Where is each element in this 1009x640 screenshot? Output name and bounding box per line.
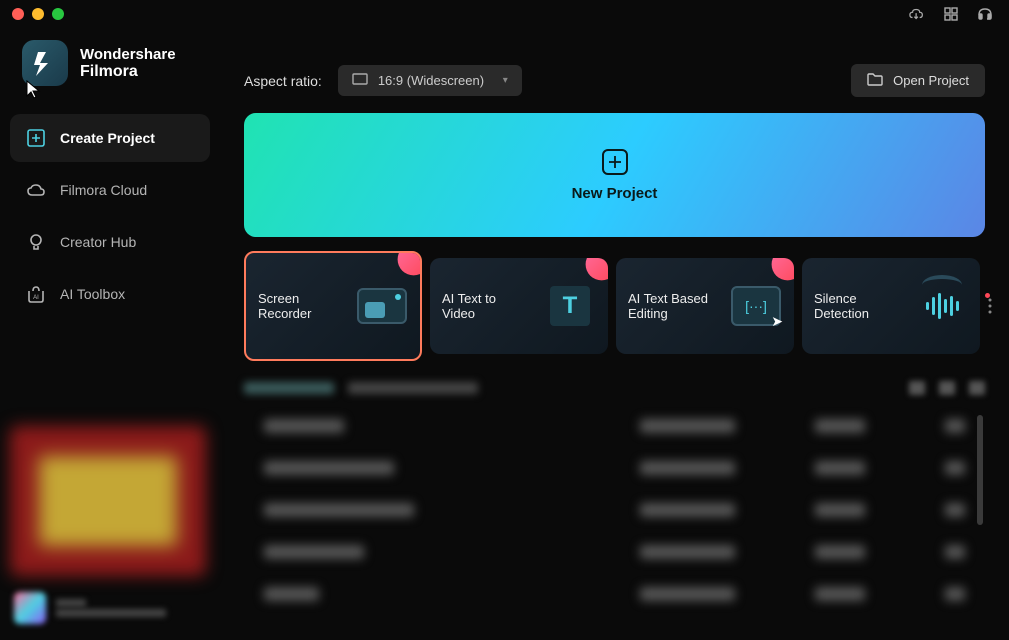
project-date-blurred	[640, 461, 735, 475]
sidebar-item-create-project[interactable]: Create Project	[10, 114, 210, 162]
project-size-blurred	[815, 587, 865, 601]
notification-dot	[985, 293, 990, 298]
more-tools-button[interactable]	[988, 285, 992, 327]
content-header: Aspect ratio: 16:9 (Widescreen) ▾	[244, 64, 985, 97]
tab-blurred[interactable]	[348, 382, 478, 394]
nav-label: Filmora Cloud	[60, 182, 147, 198]
cloud-download-icon[interactable]	[909, 6, 925, 22]
project-name-blurred	[264, 503, 414, 517]
project-size-blurred	[815, 461, 865, 475]
svg-text:AI: AI	[33, 295, 39, 301]
projects-tabs	[244, 382, 478, 394]
tool-card-ai-text-to-video[interactable]: AI Text to Video T	[430, 258, 608, 354]
header-icon-blurred[interactable]	[909, 381, 925, 395]
project-row[interactable]	[244, 531, 985, 573]
aspect-ratio-dropdown[interactable]: 16:9 (Widescreen) ▾	[338, 65, 522, 96]
new-badge	[398, 251, 422, 275]
projects-list	[244, 405, 985, 620]
project-size-blurred	[815, 419, 865, 433]
new-project-label: New Project	[572, 185, 658, 202]
nav-label: Creator Hub	[60, 234, 136, 250]
cloud-icon	[26, 180, 46, 200]
tool-cards-row: Screen Recorder AI Text to Video T AI Te…	[244, 251, 985, 361]
sidebar-item-ai-toolbox[interactable]: AI AI Toolbox	[10, 270, 210, 318]
filmora-logo-icon	[22, 40, 68, 86]
projects-header	[244, 381, 985, 395]
tool-card-screen-recorder[interactable]: Screen Recorder	[244, 251, 422, 361]
text-editing-icon: [···] ➤	[726, 281, 786, 331]
screen-recorder-icon	[352, 281, 412, 331]
aspect-ratio-label: Aspect ratio:	[244, 73, 322, 89]
user-account[interactable]	[10, 586, 210, 630]
app-name-text: Filmora	[80, 63, 176, 81]
new-badge	[586, 258, 608, 280]
project-name-blurred	[264, 461, 394, 475]
sidebar: Wondershare Filmora Create Project	[0, 28, 220, 640]
window-controls	[12, 8, 64, 20]
ai-toolbox-icon: AI	[26, 284, 46, 304]
sidebar-item-creator-hub[interactable]: Creator Hub	[10, 218, 210, 266]
new-badge	[772, 258, 794, 280]
header-icon-blurred[interactable]	[939, 381, 955, 395]
tool-card-silence-detection[interactable]: Silence Detection	[802, 258, 980, 354]
project-name-blurred	[264, 545, 364, 559]
project-size-blurred	[815, 503, 865, 517]
silence-detection-icon	[912, 281, 972, 331]
open-project-button[interactable]: Open Project	[851, 64, 985, 97]
header-icon-blurred[interactable]	[969, 381, 985, 395]
text-to-video-icon: T	[540, 281, 600, 331]
project-size-blurred	[815, 545, 865, 559]
project-date-blurred	[640, 545, 735, 559]
project-name-blurred	[264, 587, 319, 601]
grid-icon[interactable]	[943, 6, 959, 22]
open-project-label: Open Project	[893, 73, 969, 88]
project-action-blurred	[945, 545, 965, 559]
minimize-window-button[interactable]	[32, 8, 44, 20]
brand-text: Wondershare	[80, 46, 176, 63]
project-date-blurred	[640, 587, 735, 601]
tab-blurred[interactable]	[244, 382, 334, 394]
project-action-blurred	[945, 419, 965, 433]
tool-card-ai-text-based-editing[interactable]: AI Text Based Editing [···] ➤	[616, 258, 794, 354]
project-action-blurred	[945, 503, 965, 517]
project-name-blurred	[264, 419, 344, 433]
project-row[interactable]	[244, 447, 985, 489]
nav-label: Create Project	[60, 130, 155, 146]
bulb-icon	[26, 232, 46, 252]
project-date-blurred	[640, 419, 735, 433]
project-row[interactable]	[244, 489, 985, 531]
user-name-blurred	[56, 599, 86, 607]
tool-label: AI Text to Video	[442, 291, 532, 321]
project-row[interactable]	[244, 405, 985, 447]
folder-icon	[867, 72, 883, 89]
maximize-window-button[interactable]	[52, 8, 64, 20]
sidebar-item-filmora-cloud[interactable]: Filmora Cloud	[10, 166, 210, 214]
main-content: Aspect ratio: 16:9 (Widescreen) ▾	[220, 28, 1009, 640]
titlebar	[0, 0, 1009, 28]
chevron-down-icon: ▾	[503, 75, 508, 86]
tool-label: Screen Recorder	[258, 291, 348, 321]
tool-label: AI Text Based Editing	[628, 291, 718, 321]
project-date-blurred	[640, 503, 735, 517]
monitor-icon	[352, 73, 368, 88]
plus-square-icon	[26, 128, 46, 148]
tool-label: Silence Detection	[814, 291, 904, 321]
avatar	[14, 592, 46, 624]
aspect-value: 16:9 (Widescreen)	[378, 73, 484, 88]
project-row[interactable]	[244, 573, 985, 615]
plus-icon	[602, 149, 628, 175]
scrollbar[interactable]	[977, 415, 983, 525]
app-logo: Wondershare Filmora	[10, 38, 210, 106]
headset-icon[interactable]	[977, 6, 993, 22]
project-action-blurred	[945, 461, 965, 475]
close-window-button[interactable]	[12, 8, 24, 20]
top-actions	[909, 6, 993, 22]
nav-label: AI Toolbox	[60, 286, 125, 302]
user-detail-blurred	[56, 609, 166, 617]
promo-thumbnail[interactable]	[10, 426, 206, 576]
new-project-card[interactable]: New Project	[244, 113, 985, 237]
project-action-blurred	[945, 587, 965, 601]
